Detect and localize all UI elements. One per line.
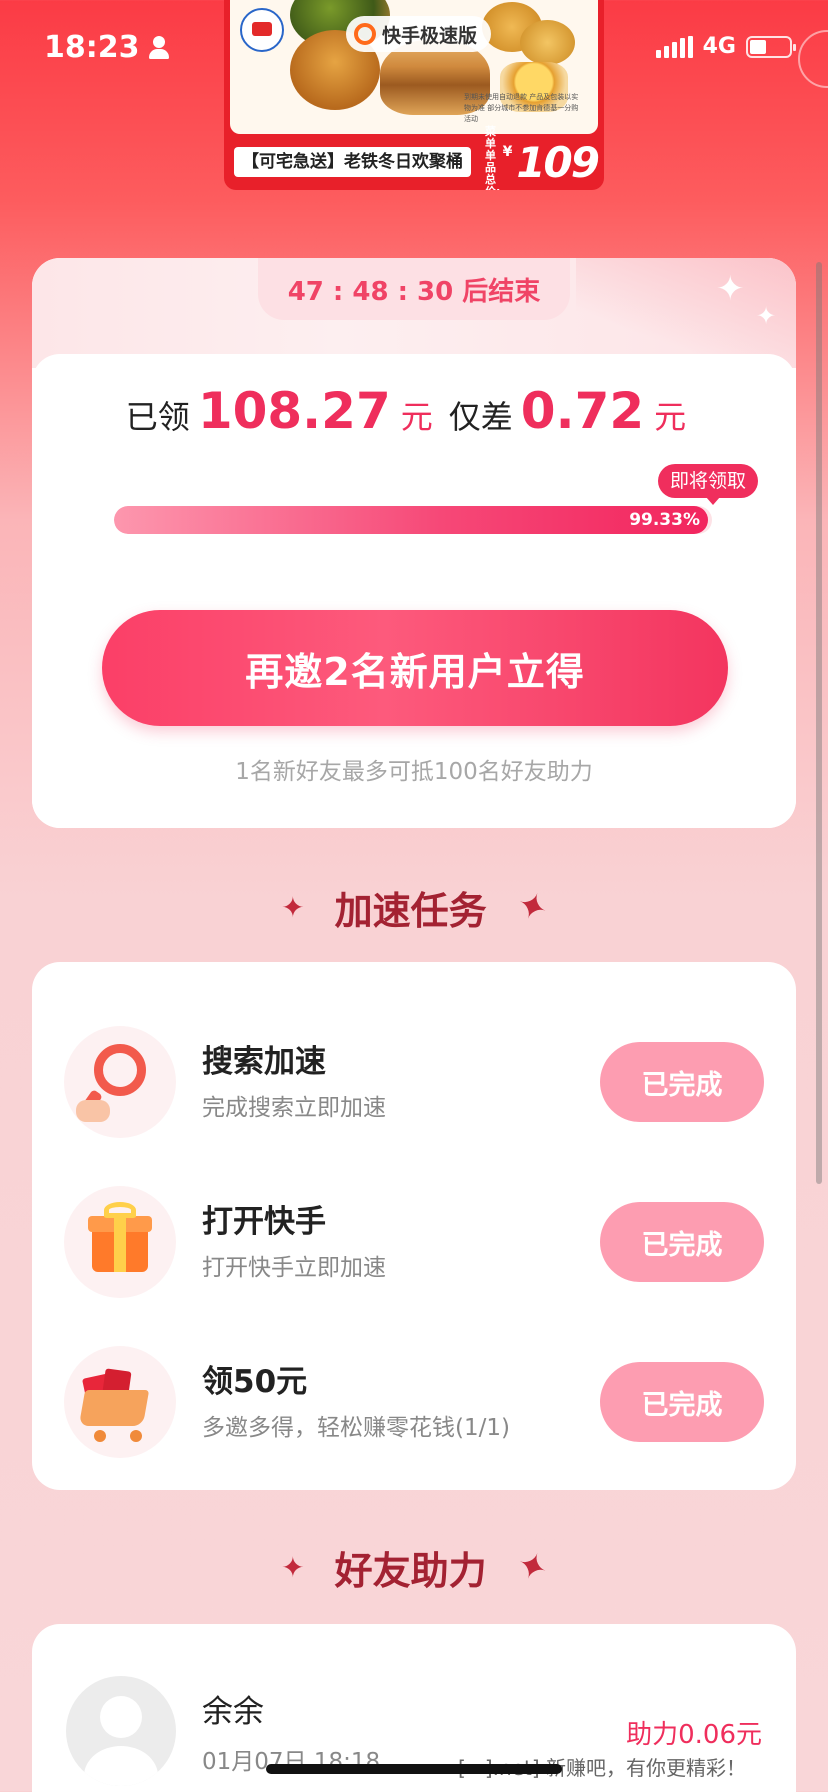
star-icon: ✦ bbox=[510, 883, 553, 932]
home-indicator[interactable] bbox=[266, 1764, 562, 1774]
ad-caption: 【可宅急送】老铁冬日欢聚桶 bbox=[234, 147, 471, 177]
reward-card: ✦ ✦ 47 : 48 : 30 后结束 已领 108.27 元 仅差 0.72… bbox=[32, 258, 796, 828]
invite-note: 1名新好友最多可抵100名好友助力 bbox=[235, 759, 593, 785]
sparkle-icon: ✦ bbox=[756, 302, 777, 330]
ad-fine-print: 到期未使用自动退款 产品及包装以实物为准 部分城市不参加肯德基一分购活动 bbox=[464, 93, 579, 123]
tasks-title-text: 加速任务 bbox=[334, 889, 487, 933]
magnifier-icon bbox=[64, 1026, 176, 1138]
claimed-label: 已领 bbox=[125, 398, 190, 436]
progress-bar: 99.33% bbox=[114, 506, 712, 534]
invite-button[interactable]: 再邀2名新用户立得 bbox=[102, 610, 728, 726]
remaining-amount: 0.72 bbox=[520, 382, 645, 440]
shopping-cart-icon bbox=[64, 1346, 176, 1458]
kuaishou-icon bbox=[354, 23, 376, 45]
floating-circle-button[interactable] bbox=[798, 30, 828, 88]
task-item: 领50元 多邀多得，轻松赚零花钱(1/1) 已完成 bbox=[32, 1328, 796, 1468]
claimed-unit: 元 bbox=[400, 398, 433, 436]
countdown-timer: 47 : 48 : 30 后结束 bbox=[258, 258, 570, 320]
task-title: 搜索加速 bbox=[202, 1044, 326, 1080]
network-type: 4G bbox=[702, 34, 736, 59]
progress-fill bbox=[114, 506, 708, 534]
task-title: 打开快手 bbox=[202, 1204, 326, 1240]
progress-percent: 99.33% bbox=[629, 510, 700, 530]
friend-help-amount: 助力0.06元 bbox=[626, 1720, 762, 1750]
task-title: 领50元 bbox=[202, 1364, 308, 1400]
person-icon bbox=[148, 35, 170, 60]
gift-icon bbox=[64, 1186, 176, 1298]
scrollbar[interactable] bbox=[816, 262, 822, 1184]
ad-image: 快手极速版 到期未使用自动退款 产品及包装以实物为准 部分城市不参加肯德基一分购… bbox=[230, 0, 598, 134]
status-time-text: 18:23 bbox=[44, 30, 140, 65]
tasks-card: 搜索加速 完成搜索立即加速 已完成 打开快手 打开快手立即加速 已完成 领50元… bbox=[32, 962, 796, 1490]
signal-icon bbox=[655, 35, 693, 58]
star-icon: ✦ bbox=[510, 1543, 553, 1592]
food-nugget-icon bbox=[520, 20, 575, 65]
remaining-unit: 元 bbox=[654, 398, 687, 436]
friend-name: 余余 bbox=[202, 1694, 264, 1730]
friends-section-title: ✦ 好友助力 ✦ bbox=[0, 1540, 828, 1595]
amount-row: 已领 108.27 元 仅差 0.72 元 bbox=[32, 382, 796, 440]
status-indicators: 4G bbox=[655, 34, 796, 59]
app-pill-label: 快手极速版 bbox=[382, 24, 478, 47]
sparkle-icon: ✦ bbox=[716, 269, 745, 309]
remaining-label: 仅差 bbox=[448, 398, 513, 436]
reward-card-body: 已领 108.27 元 仅差 0.72 元 即将领取 99.33% 再邀2名新用… bbox=[32, 354, 796, 828]
task-subtitle: 多邀多得，轻松赚零花钱(1/1) bbox=[202, 1415, 510, 1441]
task-subtitle: 打开快手立即加速 bbox=[202, 1255, 386, 1281]
task-subtitle: 完成搜索立即加速 bbox=[202, 1095, 386, 1121]
friends-title-text: 好友助力 bbox=[334, 1549, 487, 1593]
ad-price: 109 bbox=[516, 137, 600, 187]
ad-banner[interactable]: 快手极速版 到期未使用自动退款 产品及包装以实物为准 部分城市不参加肯德基一分购… bbox=[224, 0, 604, 190]
task-status-button[interactable]: 已完成 bbox=[600, 1042, 764, 1122]
avatar bbox=[66, 1676, 176, 1786]
star-icon: ✦ bbox=[281, 1551, 305, 1584]
task-item: 打开快手 打开快手立即加速 已完成 bbox=[32, 1168, 796, 1308]
ad-bottom-bar: 【可宅急送】老铁冬日欢聚桶 菜单单品总价: ¥ 109 bbox=[230, 126, 600, 190]
task-status-button[interactable]: 已完成 bbox=[600, 1202, 764, 1282]
ad-price-label: 菜单单品总价: bbox=[485, 125, 500, 191]
star-icon: ✦ bbox=[281, 891, 305, 924]
task-status-button[interactable]: 已完成 bbox=[600, 1362, 764, 1442]
claimed-amount: 108.27 bbox=[197, 382, 391, 440]
claim-soon-badge: 即将领取 bbox=[658, 464, 759, 505]
battery-icon bbox=[746, 35, 796, 58]
status-time: 18:23 bbox=[44, 30, 170, 65]
ad-price-symbol: ¥ bbox=[502, 144, 513, 160]
delivery-logo-icon bbox=[240, 8, 284, 52]
tasks-section-title: ✦ 加速任务 ✦ bbox=[0, 880, 828, 935]
app-pill: 快手极速版 bbox=[346, 16, 492, 52]
task-item: 搜索加速 完成搜索立即加速 已完成 bbox=[32, 1008, 796, 1148]
